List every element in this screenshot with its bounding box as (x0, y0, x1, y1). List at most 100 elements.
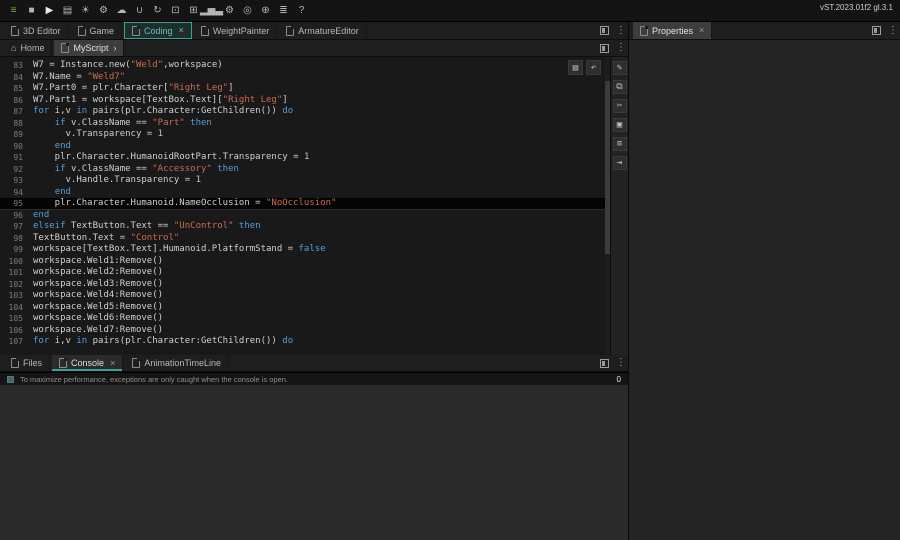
code-editor[interactable]: 83 W7 = Instance.new("Weld",workspace) 84 W… (0, 57, 628, 355)
magnet-icon[interactable]: ∪ (131, 2, 148, 19)
properties-panel: Properties × (628, 22, 900, 540)
close-icon[interactable]: × (110, 358, 115, 368)
code-line[interactable]: 100 workspace.Weld1:Remove() (0, 256, 610, 268)
cut-icon[interactable]: ✂ (612, 99, 627, 113)
open-panel-icon[interactable] (600, 358, 609, 368)
undo-icon[interactable]: ↶ (586, 60, 601, 75)
code-line[interactable]: 92 if v.ClassName == "Accessory" then (0, 164, 610, 176)
tab-weightpainter[interactable]: WeightPainter (194, 22, 278, 39)
more-options-icon[interactable] (888, 26, 894, 36)
tab-game[interactable]: Game (71, 22, 123, 39)
settings-icon[interactable]: ⚙ (221, 2, 238, 19)
open-panel-icon[interactable] (872, 26, 881, 35)
tab-console[interactable]: Console × (52, 355, 124, 371)
line-number: 93 (13, 176, 23, 185)
layers-icon[interactable]: ≣ (275, 2, 292, 19)
stats-icon[interactable]: ▂▅▃ (200, 2, 223, 19)
document-icon (132, 25, 141, 36)
code-text: W7 = Instance.new("Weld",workspace) (33, 60, 223, 70)
code-line[interactable]: 107 for i,v in pairs(plr.Character:GetChi… (0, 336, 610, 348)
paste-icon[interactable]: ▣ (612, 118, 627, 132)
code-area[interactable]: 83 W7 = Instance.new("Weld",workspace) 84 W… (0, 57, 610, 355)
gear-icon[interactable]: ⚙ (95, 2, 112, 19)
globe-icon[interactable]: ⊕ (257, 2, 274, 19)
copy-icon[interactable]: ⧉ (612, 80, 627, 94)
pencil-icon[interactable]: ✎ (612, 61, 627, 75)
scale-icon[interactable]: ⊡ (167, 2, 184, 19)
format-icon[interactable]: ≡ (612, 137, 627, 151)
tab-properties[interactable]: Properties × (633, 22, 713, 39)
code-line[interactable]: 88 if v.ClassName == "Part" then (0, 118, 610, 130)
open-panel-icon[interactable] (600, 43, 609, 53)
tab-files[interactable]: Files (4, 355, 51, 371)
code-line[interactable]: 91 plr.Character.HumanoidRootPart.Transp… (0, 152, 610, 164)
line-number: 105 (8, 314, 23, 323)
more-options-icon[interactable] (616, 43, 622, 53)
code-line[interactable]: 85 W7.Part0 = plr.Character["Right Leg"] (0, 83, 610, 95)
tab-label: Home (20, 43, 45, 53)
code-text: workspace.Weld6:Remove() (33, 313, 164, 323)
properties-tab-row-actions (872, 22, 900, 39)
tab-3d-editor[interactable]: 3D Editor (4, 22, 69, 39)
tab-home[interactable]: ⌂ Home (4, 40, 53, 56)
close-icon[interactable]: × (179, 26, 184, 35)
code-line[interactable]: 87 for i,v in pairs(plr.Character:GetChil… (0, 106, 610, 118)
document-icon (640, 25, 648, 36)
menu-icon[interactable]: ≡ (5, 2, 22, 19)
code-text: workspace.Weld4:Remove() (33, 290, 164, 300)
code-line[interactable]: 98 TextButton.Text = "Control" (0, 233, 610, 245)
code-text: workspace.Weld5:Remove() (33, 301, 164, 312)
line-number: 104 (8, 302, 23, 312)
code-line[interactable]: 102 workspace.Weld3:Remove() (0, 279, 610, 291)
cloud-icon[interactable]: ☁ (113, 2, 130, 19)
code-line[interactable]: 106 workspace.Weld7:Remove() (0, 325, 610, 337)
tab-animationtimeline[interactable]: AnimationTimeLine (125, 355, 230, 371)
close-icon[interactable]: × (699, 26, 704, 35)
play-icon[interactable]: ▶ (41, 2, 58, 19)
code-line[interactable]: 97 elseif TextButton.Text == "UnControl" … (0, 221, 610, 233)
more-options-icon[interactable] (616, 26, 622, 36)
code-line[interactable]: 89 v.Transparency = 1 (0, 129, 610, 141)
sun-icon[interactable]: ☀ (77, 2, 94, 19)
code-line[interactable]: 84 W7.Name = "Weld7" (0, 72, 610, 84)
help-icon[interactable]: ? (293, 2, 310, 19)
open-panel-icon[interactable] (600, 26, 609, 35)
code-text: plr.Character.HumanoidRootPart.Transpare… (33, 152, 310, 162)
code-line[interactable]: 90 end (0, 141, 610, 153)
code-line[interactable]: 104 workspace.Weld5:Remove() (0, 302, 610, 314)
line-number: 102 (8, 279, 23, 289)
code-line[interactable]: 105 workspace.Weld6:Remove() (0, 313, 610, 325)
code-line[interactable]: 96 end (0, 210, 610, 222)
tab-coding[interactable]: Coding × (124, 22, 192, 39)
target-icon[interactable]: ◎ (239, 2, 256, 19)
script-tab-row-actions (600, 40, 628, 56)
code-text: if v.ClassName == "Part" then (54, 117, 212, 128)
indent-icon[interactable]: ⇥ (612, 156, 627, 170)
script-tabs: ⌂ Home MyScript › (4, 40, 125, 56)
stop-icon[interactable]: ■ (23, 2, 40, 19)
code-line[interactable]: 94 end (0, 187, 610, 199)
tab-label: Coding (144, 25, 173, 36)
code-line[interactable]: 101 workspace.Weld2:Remove() (0, 267, 610, 279)
tab-myscript[interactable]: MyScript › (54, 40, 125, 56)
more-options-icon[interactable] (616, 358, 622, 368)
code-text: workspace.Weld7:Remove() (33, 324, 164, 335)
code-line[interactable]: 93 v.Handle.Transparency = 1 (0, 175, 610, 187)
code-line[interactable]: 83 W7 = Instance.new("Weld",workspace) (0, 60, 610, 72)
code-line[interactable]: 99 workspace[TextBox.Text].Humanoid.Platf… (0, 244, 610, 256)
properties-tab-row: Properties × (629, 22, 900, 40)
code-line[interactable]: 103 workspace.Weld4:Remove() (0, 290, 610, 302)
code-line[interactable]: 86 W7.Part1 = workspace[TextBox.Text]["Ri… (0, 95, 610, 107)
rotate-icon[interactable]: ↻ (149, 2, 166, 19)
document-icon (61, 43, 70, 53)
document-icon (286, 25, 295, 36)
properties-tabs: Properties × (633, 22, 713, 39)
console-message: To maximize performance, exceptions are … (20, 374, 289, 384)
save-icon[interactable]: ▤ (568, 60, 583, 75)
tab-armatureeditor[interactable]: ArmatureEditor (279, 22, 367, 39)
save-icon[interactable]: ▤ (59, 2, 76, 19)
code-text: elseif TextButton.Text == "UnControl" th… (33, 221, 261, 231)
tab-label: Properties (652, 25, 694, 36)
code-line[interactable]: 95 plr.Character.Humanoid.NameOcclusion … (0, 198, 610, 210)
line-number: 92 (13, 164, 23, 174)
